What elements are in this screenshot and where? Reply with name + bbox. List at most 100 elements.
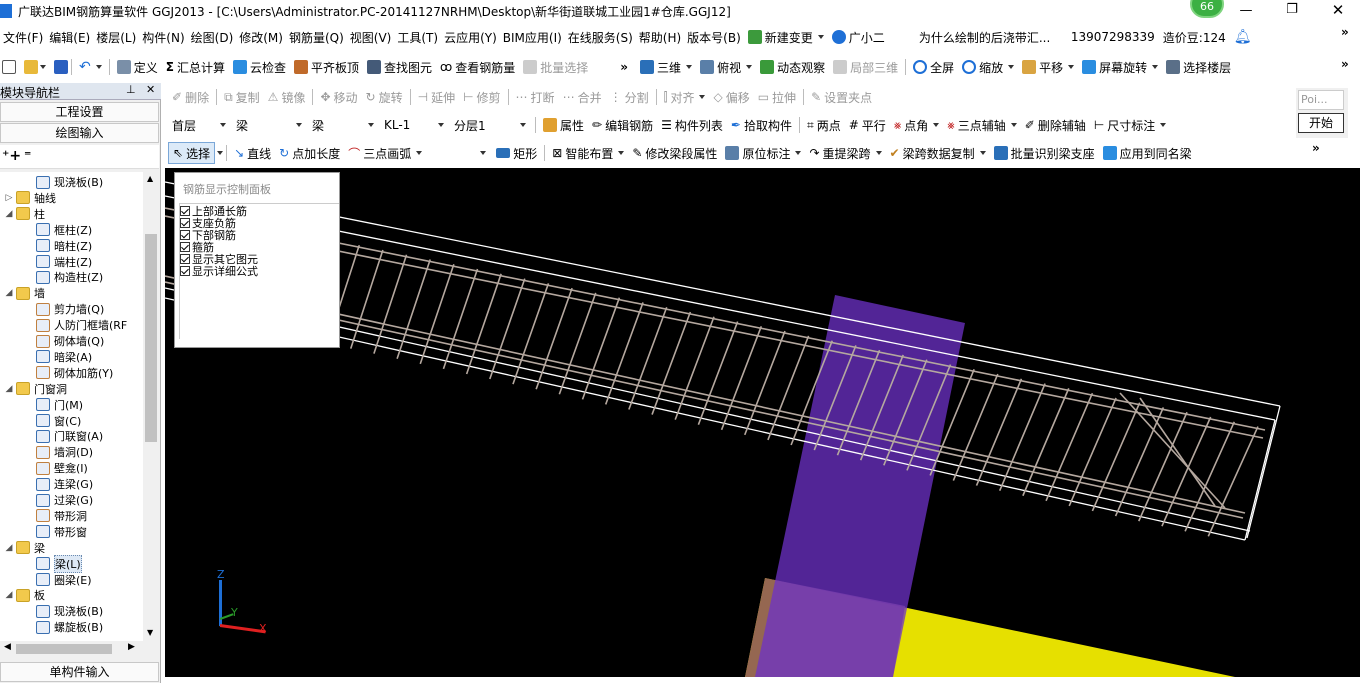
- menu-modify[interactable]: 修改(M): [236, 29, 286, 46]
- assistant-button[interactable]: 广小二: [828, 26, 889, 48]
- align-button[interactable]: ⫿ 对齐: [660, 86, 710, 108]
- tree-item[interactable]: 门(M): [36, 397, 83, 413]
- toolbar-overflow-icon[interactable]: »: [1341, 57, 1349, 71]
- arc3-button[interactable]: ⌒ 三点画弧: [344, 142, 426, 164]
- scroll-down-icon[interactable]: ▼: [147, 628, 153, 637]
- checkbox-checked-icon[interactable]: [180, 242, 190, 252]
- tree-item[interactable]: 现浇板(B): [36, 174, 103, 190]
- pin-icon[interactable]: ⊥: [126, 83, 136, 96]
- layer-select[interactable]: 分层1: [450, 115, 530, 135]
- project-settings-tab[interactable]: 工程设置: [0, 102, 159, 122]
- menu-view[interactable]: 视图(V): [347, 29, 395, 46]
- tree-item[interactable]: 人防门框墙(RF: [36, 317, 127, 333]
- undo-button[interactable]: ↶: [75, 56, 106, 78]
- select-floor-button[interactable]: 选择楼层: [1162, 56, 1235, 78]
- tree-item[interactable]: 壁龛(I): [36, 460, 88, 476]
- dimension-button[interactable]: ⊢ 尺寸标注: [1090, 114, 1170, 136]
- tree-item[interactable]: 砌体墙(Q): [36, 333, 104, 349]
- three-d-button[interactable]: 三维: [636, 56, 696, 78]
- drawing-canvas[interactable]: 钢筋显示控制面板 上部通长筋 支座负筋 下部钢筋 箍筋 显示其它图元 显示详细公…: [165, 168, 1360, 677]
- component-select[interactable]: KL-1: [380, 115, 448, 135]
- zoom-button[interactable]: 缩放: [958, 56, 1018, 78]
- delete-button[interactable]: ✐ 删除: [168, 86, 213, 108]
- tree-item[interactable]: 暗梁(A): [36, 349, 92, 365]
- move-button[interactable]: ✥ 移动: [316, 86, 361, 108]
- find-element-button[interactable]: 查找图元: [363, 56, 436, 78]
- drawing-input-tab[interactable]: 绘图输入: [0, 123, 159, 143]
- collapse-icon[interactable]: ◢: [4, 384, 14, 394]
- tree-item[interactable]: ◢ 板: [4, 587, 45, 603]
- menu-help[interactable]: 帮助(H): [636, 29, 684, 46]
- hscroll-thumb[interactable]: [16, 644, 112, 654]
- checkbox-checked-icon[interactable]: [180, 254, 190, 264]
- tree-item[interactable]: ◢ 梁: [4, 540, 45, 556]
- expand-icon[interactable]: ▷: [4, 193, 14, 203]
- original-mark-button[interactable]: 原位标注: [721, 142, 805, 164]
- line-button[interactable]: ↘ 直线: [230, 142, 275, 164]
- tree-item[interactable]: 带形洞: [36, 508, 87, 524]
- nav-close-icon[interactable]: ✕: [146, 83, 155, 96]
- checkbox-checked-icon[interactable]: [180, 218, 190, 228]
- new-change-button[interactable]: 新建变更: [744, 26, 828, 48]
- break-button[interactable]: ⋯ 打断: [512, 86, 559, 108]
- two-point-button[interactable]: ⌗ 两点: [803, 114, 845, 136]
- menu-rebar-qty[interactable]: 钢筋量(Q): [286, 29, 347, 46]
- open-folder-icon[interactable]: [24, 60, 38, 74]
- re-span-button[interactable]: ↷ 重提梁跨: [805, 142, 885, 164]
- merge-button[interactable]: ⋯ 合并: [559, 86, 606, 108]
- split-button[interactable]: ⋮ 分割: [606, 86, 653, 108]
- collapse-icon[interactable]: ◢: [4, 543, 14, 553]
- tree-item[interactable]: 带形窗: [36, 524, 87, 540]
- parallel-button[interactable]: # 平行: [845, 114, 890, 136]
- screen-rotate-button[interactable]: 屏幕旋转: [1078, 56, 1162, 78]
- tree-item[interactable]: 砌体加筋(Y): [36, 365, 113, 381]
- define-button[interactable]: 定义: [113, 56, 162, 78]
- set-point-button[interactable]: ✎ 设置夹点: [807, 86, 876, 108]
- maximize-button[interactable]: ❐: [1282, 2, 1302, 18]
- menu-component[interactable]: 构件(N): [139, 29, 187, 46]
- collapse-all-icon[interactable]: ⁼: [24, 148, 31, 164]
- expand-all-icon[interactable]: ⁺+: [2, 148, 21, 164]
- view-rebar-button[interactable]: ꝏ 查看钢筋量: [436, 56, 519, 78]
- arc-option-select[interactable]: [430, 143, 491, 163]
- close-button[interactable]: ✕: [1328, 1, 1348, 19]
- point-angle-button[interactable]: ⨳ 点角: [890, 114, 943, 136]
- rotate-button[interactable]: ↻ 旋转: [362, 86, 407, 108]
- pick-component-button[interactable]: ✒ 拾取构件: [727, 114, 796, 136]
- tree-item[interactable]: 门联窗(A): [36, 428, 103, 444]
- local-3d-button[interactable]: 局部三维: [829, 56, 902, 78]
- delete-axis-button[interactable]: ✐ 删除辅轴: [1021, 114, 1090, 136]
- tree-item[interactable]: ▷ 轴线: [4, 190, 56, 206]
- start-button[interactable]: 开始: [1298, 113, 1344, 133]
- checkbox-checked-icon[interactable]: [180, 206, 190, 216]
- edit-rebar-button[interactable]: ✏ 编辑钢筋: [588, 114, 657, 136]
- question-link[interactable]: 为什么绘制的后浇带汇...: [919, 29, 1059, 46]
- select-button[interactable]: ⇖ 选择: [168, 142, 216, 164]
- tree-item[interactable]: ◢ 墙: [4, 285, 45, 301]
- checkbox-checked-icon[interactable]: [180, 230, 190, 240]
- apply-same-button[interactable]: 应用到同名梁: [1099, 142, 1196, 164]
- menu-draw[interactable]: 绘图(D): [188, 29, 237, 46]
- minimize-button[interactable]: —: [1236, 3, 1256, 19]
- cloud-check-button[interactable]: 云检查: [229, 56, 290, 78]
- flat-top-button[interactable]: 平齐板顶: [290, 56, 363, 78]
- collapse-icon[interactable]: ◢: [4, 288, 14, 298]
- tree-vscrollbar[interactable]: ▲ ▼: [143, 172, 159, 642]
- mirror-button[interactable]: ⚠ 镜像: [264, 86, 310, 108]
- menu-cloud[interactable]: 云应用(Y): [441, 29, 500, 46]
- span-copy-button[interactable]: ✔ 梁跨数据复制: [886, 142, 990, 164]
- full-screen-button[interactable]: 全屏: [909, 56, 958, 78]
- model-view[interactable]: [165, 168, 1360, 677]
- menu-floor[interactable]: 楼层(L): [93, 29, 139, 46]
- tree-item[interactable]: 过梁(G): [36, 492, 93, 508]
- point-length-button[interactable]: ↻ 点加长度: [275, 142, 344, 164]
- batch-select-button[interactable]: 批量选择: [519, 56, 592, 78]
- option-show-formula[interactable]: 显示详细公式: [180, 265, 339, 278]
- floor-select[interactable]: 首层: [168, 115, 230, 135]
- smart-layout-button[interactable]: ⊠ 智能布置: [548, 142, 628, 164]
- three-point-axis-button[interactable]: ⨳ 三点辅轴: [943, 114, 1020, 136]
- properties-button[interactable]: 属性: [539, 114, 588, 136]
- tree-item[interactable]: 墙洞(D): [36, 444, 93, 460]
- side-panel-field[interactable]: Poi...: [1298, 90, 1344, 110]
- scroll-up-icon[interactable]: ▲: [147, 174, 153, 183]
